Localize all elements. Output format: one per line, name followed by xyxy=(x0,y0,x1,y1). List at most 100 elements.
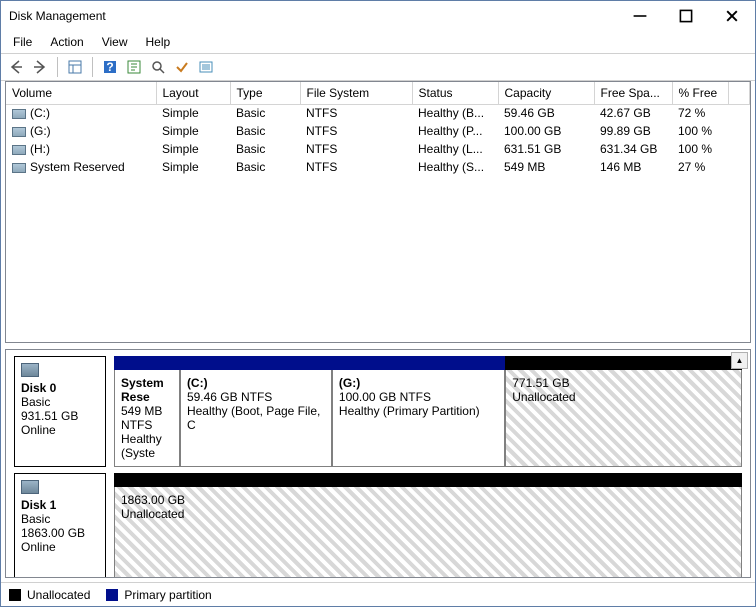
table-cell: Simple xyxy=(156,122,230,140)
column-header-pctfree[interactable]: % Free xyxy=(672,82,728,104)
table-cell xyxy=(728,104,750,122)
table-cell: 549 MB xyxy=(498,158,594,176)
back-button[interactable] xyxy=(5,56,27,78)
disk-type: Basic xyxy=(21,512,99,526)
partition-boxes: 1863.00 GBUnallocated xyxy=(114,487,742,578)
column-header-status[interactable]: Status xyxy=(412,82,498,104)
disk-info[interactable]: Disk 1Basic1863.00 GBOnline xyxy=(14,473,106,578)
partition-box[interactable]: (G:)100.00 GB NTFSHealthy (Primary Parti… xyxy=(332,370,505,467)
table-cell: Healthy (L... xyxy=(412,140,498,158)
partition-box[interactable]: System Rese549 MB NTFSHealthy (Syste xyxy=(114,370,180,467)
menu-view[interactable]: View xyxy=(94,33,136,51)
refresh-button[interactable] xyxy=(123,56,145,78)
disk-status: Online xyxy=(21,540,99,554)
help-button[interactable]: ? xyxy=(99,56,121,78)
table-cell: 100 % xyxy=(672,140,728,158)
disk-size: 1863.00 GB xyxy=(21,526,99,540)
graphical-view[interactable]: ▲ Disk 0Basic931.51 GBOnlineSystem Rese5… xyxy=(5,349,751,578)
partition-boxes: System Rese549 MB NTFSHealthy (Syste(C:)… xyxy=(114,370,742,467)
help-icon: ? xyxy=(102,59,118,75)
table-cell: NTFS xyxy=(300,122,412,140)
table-cell: 99.89 GB xyxy=(594,122,672,140)
partition-box[interactable]: 771.51 GBUnallocated xyxy=(505,370,742,467)
table-cell: 100.00 GB xyxy=(498,122,594,140)
close-button[interactable] xyxy=(709,1,755,31)
partition-status: Unallocated xyxy=(121,507,184,521)
table-cell: Healthy (P... xyxy=(412,122,498,140)
scroll-up-button[interactable]: ▲ xyxy=(731,352,748,369)
disk-icon xyxy=(21,480,39,494)
minimize-button[interactable] xyxy=(617,1,663,31)
content-area: Volume Layout Type File System Status Ca… xyxy=(1,81,755,582)
disk-name: Disk 0 xyxy=(21,381,99,395)
table-cell: Basic xyxy=(230,140,300,158)
column-header-type[interactable]: Type xyxy=(230,82,300,104)
column-header-volume[interactable]: Volume xyxy=(6,82,156,104)
volume-list[interactable]: Volume Layout Type File System Status Ca… xyxy=(5,81,751,343)
cap-segment xyxy=(114,473,742,487)
refresh-icon xyxy=(126,59,142,75)
partition-name: (C:) xyxy=(187,376,325,390)
disk-info[interactable]: Disk 0Basic931.51 GBOnline xyxy=(14,356,106,467)
swatch-unallocated-icon xyxy=(9,589,21,601)
magnifier-icon xyxy=(150,59,166,75)
table-cell: (H:) xyxy=(6,140,156,158)
disk-row: Disk 0Basic931.51 GBOnlineSystem Rese549… xyxy=(14,356,742,467)
arrow-right-icon xyxy=(32,59,48,75)
table-cell xyxy=(728,122,750,140)
cap-segment xyxy=(505,356,742,370)
column-header-capacity[interactable]: Capacity xyxy=(498,82,594,104)
partition-cap xyxy=(114,356,742,370)
table-cell: (G:) xyxy=(6,122,156,140)
table-cell: 27 % xyxy=(672,158,728,176)
table-cell: Simple xyxy=(156,140,230,158)
table-cell: 631.34 GB xyxy=(594,140,672,158)
cap-segment xyxy=(114,356,180,370)
partition-name: System Rese xyxy=(121,376,173,404)
partition-strip: 1863.00 GBUnallocated xyxy=(114,473,742,578)
partition-size: 771.51 GB xyxy=(512,376,569,390)
partition-strip: System Rese549 MB NTFSHealthy (Syste(C:)… xyxy=(114,356,742,467)
table-cell: Simple xyxy=(156,104,230,122)
rescan-button[interactable] xyxy=(147,56,169,78)
table-cell: 631.51 GB xyxy=(498,140,594,158)
column-header-free[interactable]: Free Spa... xyxy=(594,82,672,104)
forward-button[interactable] xyxy=(29,56,51,78)
settings-button[interactable] xyxy=(195,56,217,78)
volume-icon xyxy=(12,127,26,137)
partition-box[interactable]: (C:)59.46 GB NTFSHealthy (Boot, Page Fil… xyxy=(180,370,332,467)
table-cell: NTFS xyxy=(300,140,412,158)
cap-segment xyxy=(180,356,332,370)
volume-icon xyxy=(12,163,26,173)
volume-name: (H:) xyxy=(30,142,50,156)
show-hide-tree-button[interactable] xyxy=(64,56,86,78)
table-cell: Simple xyxy=(156,158,230,176)
table-row[interactable]: (G:)SimpleBasicNTFSHealthy (P...100.00 G… xyxy=(6,122,750,140)
table-cell: 42.67 GB xyxy=(594,104,672,122)
menu-help[interactable]: Help xyxy=(138,33,179,51)
table-cell: 59.46 GB xyxy=(498,104,594,122)
table-row[interactable]: (H:) SimpleBasicNTFSHealthy (L...631.51 G… xyxy=(6,140,750,158)
column-header-filesystem[interactable]: File System xyxy=(300,82,412,104)
column-header-layout[interactable]: Layout xyxy=(156,82,230,104)
check-icon xyxy=(174,59,190,75)
volume-icon xyxy=(12,145,26,155)
table-cell: System Reserved xyxy=(6,158,156,176)
column-header-spacer xyxy=(728,82,750,104)
table-cell: NTFS xyxy=(300,158,412,176)
disk-name: Disk 1 xyxy=(21,498,99,512)
table-row[interactable]: System ReservedSimpleBasicNTFSHealthy (S… xyxy=(6,158,750,176)
disk-status: Online xyxy=(21,423,99,437)
table-row[interactable]: (C:)SimpleBasicNTFSHealthy (B...59.46 GB… xyxy=(6,104,750,122)
partition-status: Healthy (Syste xyxy=(121,432,162,460)
arrow-left-icon xyxy=(8,59,24,75)
partition-box[interactable]: 1863.00 GBUnallocated xyxy=(114,487,742,578)
menu-action[interactable]: Action xyxy=(42,33,91,51)
table-cell: Healthy (S... xyxy=(412,158,498,176)
partition-name: (G:) xyxy=(339,376,498,390)
maximize-button[interactable] xyxy=(663,1,709,31)
menu-file[interactable]: File xyxy=(5,33,40,51)
table-cell: Healthy (B... xyxy=(412,104,498,122)
partition-size: 549 MB NTFS xyxy=(121,404,162,432)
apply-button[interactable] xyxy=(171,56,193,78)
